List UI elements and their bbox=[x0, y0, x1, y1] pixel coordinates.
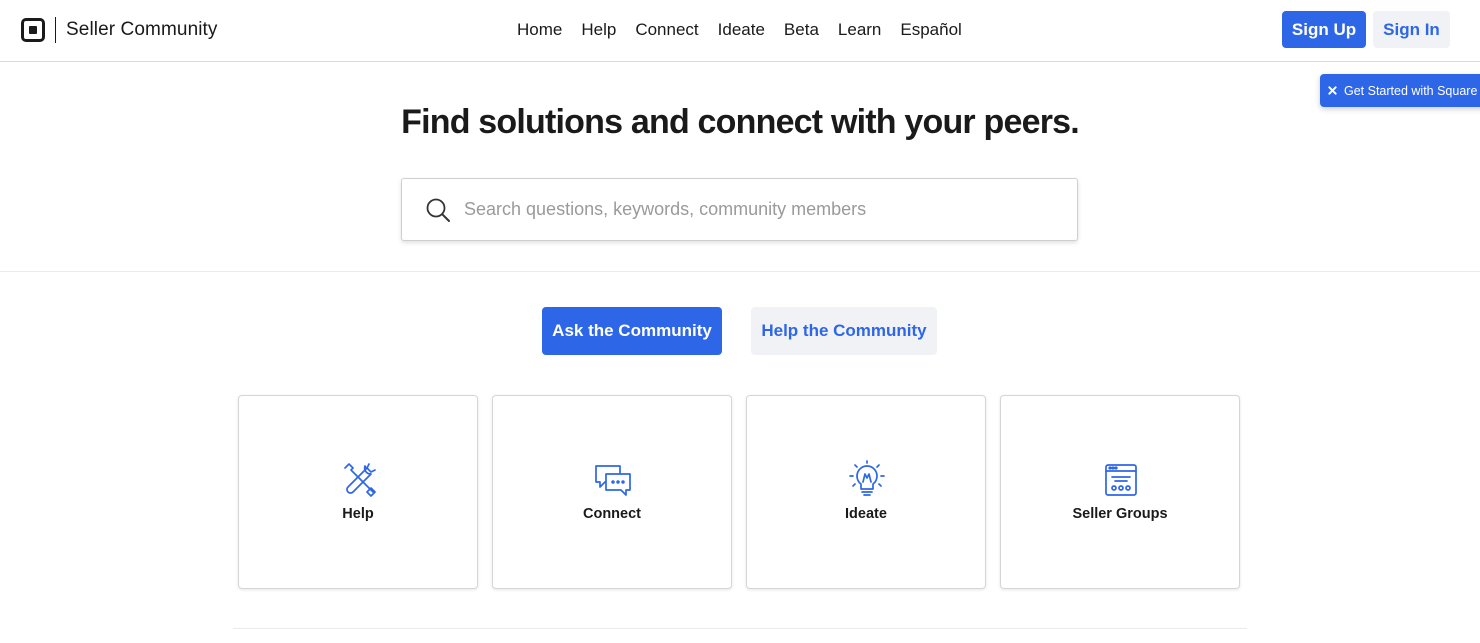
chat-bubbles-icon bbox=[595, 465, 631, 496]
card-seller-groups[interactable]: Seller Groups bbox=[1000, 395, 1240, 589]
brand-divider bbox=[55, 17, 56, 43]
tools-icon bbox=[344, 463, 376, 497]
search-icon bbox=[426, 198, 450, 222]
brand[interactable]: Seller Community bbox=[21, 17, 218, 43]
square-logo-icon bbox=[21, 18, 45, 42]
close-icon[interactable] bbox=[1328, 86, 1337, 95]
nav-connect[interactable]: Connect bbox=[635, 19, 698, 41]
search-input[interactable] bbox=[464, 194, 1024, 225]
lightbulb-icon bbox=[849, 460, 885, 496]
sign-up-button[interactable]: Sign Up bbox=[1282, 11, 1366, 48]
nav-espanol[interactable]: Español bbox=[900, 19, 961, 41]
help-community-button[interactable]: Help the Community bbox=[751, 307, 937, 355]
card-label: Ideate bbox=[845, 506, 887, 522]
top-bar: Seller Community Home Help Connect Ideat… bbox=[0, 0, 1480, 62]
nav-home[interactable]: Home bbox=[517, 19, 562, 41]
card-ideate[interactable]: Ideate bbox=[746, 395, 986, 589]
groups-window-icon bbox=[1105, 464, 1137, 496]
nav-learn[interactable]: Learn bbox=[838, 19, 881, 41]
card-help[interactable]: Help bbox=[238, 395, 478, 589]
card-label: Connect bbox=[583, 506, 641, 522]
card-label: Help bbox=[342, 506, 374, 522]
nav-beta[interactable]: Beta bbox=[784, 19, 819, 41]
main-nav: Home Help Connect Ideate Beta Learn Espa… bbox=[517, 19, 962, 41]
section-divider bbox=[0, 271, 1480, 272]
search-box bbox=[401, 178, 1078, 241]
sign-in-button[interactable]: Sign In bbox=[1373, 11, 1450, 48]
nav-help[interactable]: Help bbox=[581, 19, 616, 41]
card-connect[interactable]: Connect bbox=[492, 395, 732, 589]
brand-name: Seller Community bbox=[66, 19, 218, 40]
ask-community-button[interactable]: Ask the Community bbox=[542, 307, 722, 355]
card-label: Seller Groups bbox=[1072, 506, 1168, 522]
bottom-divider bbox=[233, 628, 1247, 629]
nav-ideate[interactable]: Ideate bbox=[718, 19, 765, 41]
page-title: Find solutions and connect with your pee… bbox=[401, 103, 1080, 141]
get-started-label: Get Started with Square bbox=[1344, 83, 1478, 98]
